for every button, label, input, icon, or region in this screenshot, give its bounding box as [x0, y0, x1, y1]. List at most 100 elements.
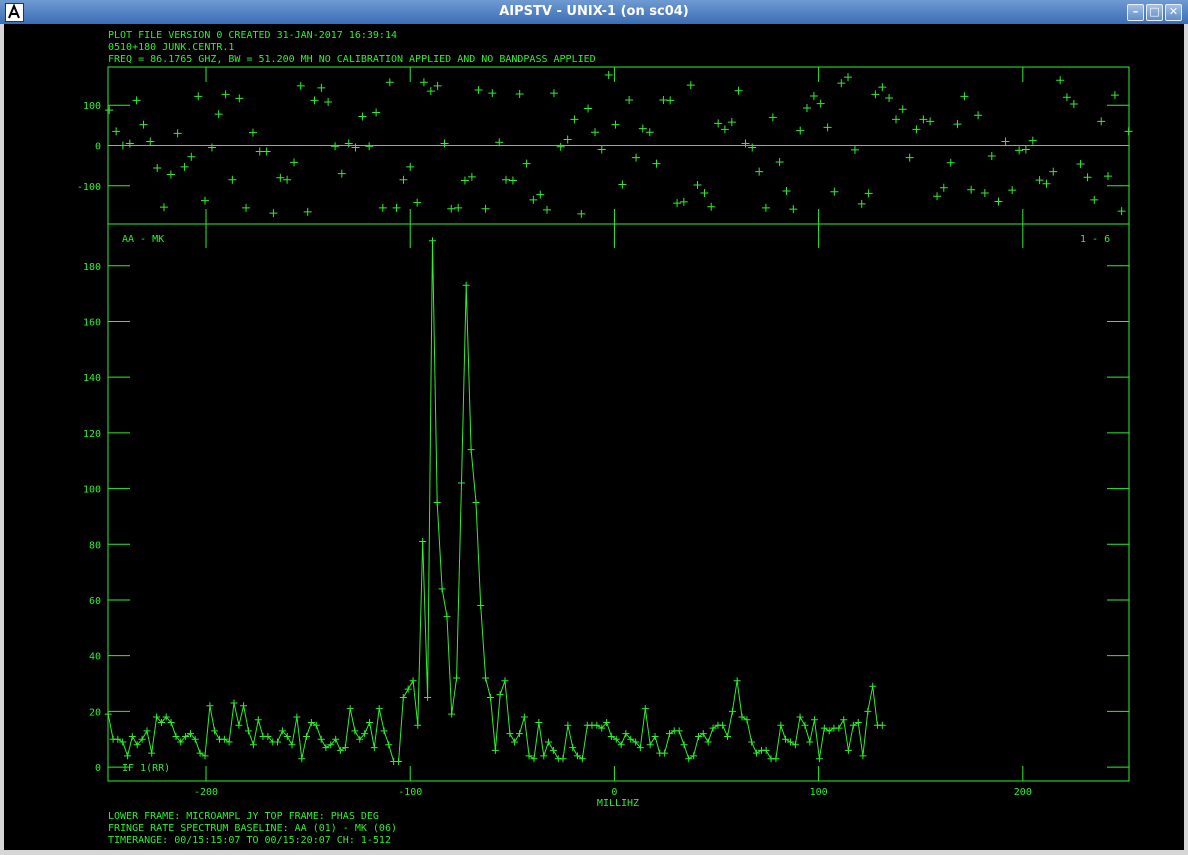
amplitude-point: [293, 713, 301, 721]
amplitude-point: [273, 738, 281, 746]
phase-point: [638, 124, 647, 133]
amplitude-point: [288, 741, 296, 749]
phase-point: [926, 117, 935, 126]
amplitude-point: [506, 730, 514, 738]
amplitude-point: [298, 755, 306, 763]
amplitude-point: [211, 727, 219, 735]
phase-point: [604, 71, 613, 80]
phase-point: [898, 105, 907, 114]
phase-point: [303, 207, 312, 216]
amplitude-point: [240, 702, 248, 710]
minimize-button[interactable]: –: [1127, 4, 1144, 21]
footer-line-3: TIMERANGE: 00/15:15:07 TO 00/15:20:07 CH…: [108, 835, 391, 846]
phase-point: [296, 81, 305, 90]
amplitude-point: [840, 716, 848, 724]
amplitude-point: [230, 699, 238, 707]
amplitude-point: [835, 724, 843, 732]
amplitude-point: [404, 685, 412, 693]
axis-ticks: -200 -100 0 100 200 100 0 -100 0 20 40 60 80 100 120 14…: [77, 67, 1129, 798]
maximize-button[interactable]: □: [1146, 4, 1163, 21]
phase-point: [413, 198, 422, 207]
phase-point: [1049, 167, 1058, 176]
phase-point: [591, 128, 600, 137]
phase-point: [782, 186, 791, 195]
phase-point: [378, 203, 387, 212]
phase-point: [433, 81, 442, 90]
amplitude-point: [254, 716, 262, 724]
phase-point: [112, 127, 121, 136]
x-tick-label: -200: [194, 787, 218, 798]
fringe-rate-plot: PLOT FILE VERSION 0 CREATED 31-JAN-2017 …: [4, 24, 1133, 846]
phase-point: [132, 96, 141, 105]
phase-y-tick-label: 100: [83, 101, 101, 112]
phase-point: [255, 147, 264, 156]
phase-point: [1124, 127, 1133, 136]
amplitude-point: [728, 707, 736, 715]
phase-point: [720, 125, 729, 134]
phase-point: [406, 162, 415, 171]
header-line-2: 0510+180 JUNK.CENTR.1: [108, 42, 234, 53]
phase-point: [980, 189, 989, 198]
amplitude-point: [143, 727, 151, 735]
amp-y-tick-label: 140: [83, 373, 101, 384]
amplitude-point: [380, 727, 388, 735]
phase-point: [447, 204, 456, 213]
phase-point: [235, 94, 244, 103]
amplitude-point: [249, 741, 257, 749]
phase-y-tick-label: 0: [95, 142, 101, 153]
phase-point: [597, 145, 606, 154]
phase-point: [933, 192, 942, 201]
amplitude-series: [105, 237, 886, 766]
phase-point: [283, 175, 292, 184]
amplitude-point: [486, 693, 494, 701]
phase-point: [673, 199, 682, 208]
phase-point: [515, 89, 524, 98]
amplitude-point: [472, 499, 480, 506]
phase-point: [994, 197, 1003, 206]
amplitude-point: [351, 727, 359, 735]
phase-point: [173, 129, 182, 138]
footer-line-2: FRINGE RATE SPECTRUM BASELINE: AA (01) -…: [108, 823, 397, 834]
phase-point: [632, 153, 641, 162]
phase-point: [577, 209, 586, 218]
phase-point: [748, 143, 757, 152]
phase-point: [207, 143, 216, 152]
phase-y-tick-label: -100: [77, 182, 101, 193]
phase-point: [337, 169, 346, 178]
amp-y-tick-label: 0: [95, 763, 101, 774]
phase-point: [543, 205, 552, 214]
window-title: AIPSTV - UNIX-1 (on sc04): [499, 4, 689, 19]
phase-point: [481, 204, 490, 213]
phase-point: [652, 159, 661, 168]
phase-point: [536, 190, 545, 199]
phase-point: [857, 199, 866, 208]
phase-point: [625, 96, 634, 105]
phase-point: [727, 118, 736, 127]
phase-point: [508, 176, 517, 185]
phase-point: [563, 135, 572, 144]
header-line-1: PLOT FILE VERSION 0 CREATED 31-JAN-2017 …: [108, 30, 397, 41]
amplitude-point: [661, 749, 669, 757]
title-bar[interactable]: AIPSTV - UNIX-1 (on sc04) – □ ✕: [0, 0, 1188, 24]
phase-point: [166, 170, 175, 179]
phase-point: [618, 180, 627, 189]
phase-point: [1001, 137, 1010, 146]
baseline-label: AA - MK: [122, 234, 164, 245]
amp-y-tick-label: 180: [83, 262, 101, 273]
amplitude-point: [370, 744, 378, 752]
phase-point: [358, 112, 367, 121]
amplitude-point: [815, 755, 823, 763]
phase-point: [967, 185, 976, 194]
amplitude-point: [409, 677, 417, 685]
phase-point: [200, 196, 209, 205]
amplitude-point: [302, 732, 310, 740]
close-button[interactable]: ✕: [1165, 4, 1182, 21]
phase-point: [262, 147, 271, 156]
amplitude-point: [438, 585, 446, 593]
phase-point: [290, 158, 299, 167]
amplitude-point: [564, 721, 572, 729]
phase-point: [885, 93, 894, 102]
phase-point: [645, 128, 654, 137]
x-tick-label: 200: [1014, 787, 1032, 798]
amplitude-point: [869, 682, 877, 690]
